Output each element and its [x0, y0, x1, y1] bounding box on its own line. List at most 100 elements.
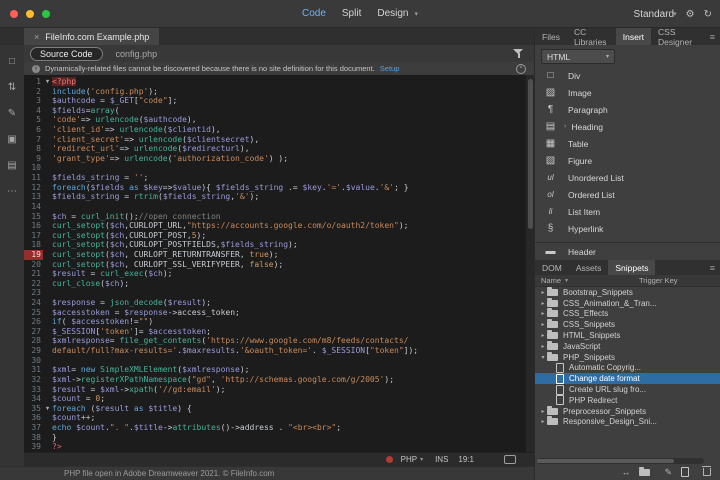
chevron-right-icon[interactable]: ›: [564, 123, 566, 130]
minimize-window-icon[interactable]: [26, 10, 34, 18]
code-line[interactable]: 2 include('config.php');: [24, 87, 534, 97]
live-code-icon[interactable]: ▣: [7, 135, 16, 145]
edit-icon[interactable]: ✎: [8, 109, 16, 119]
close-tab-icon[interactable]: ×: [34, 32, 39, 42]
insert-item-unordered-list[interactable]: ul Unordered List: [535, 169, 720, 186]
chevron-down-icon[interactable]: ▾: [414, 10, 418, 18]
workspace-selector[interactable]: Standard: [634, 9, 675, 20]
document-tab[interactable]: × FileInfo.com Example.php: [24, 28, 160, 45]
tree-row[interactable]: ▸ Preprocessor_Snippets: [535, 405, 720, 417]
panel-menu-icon[interactable]: ≡: [705, 260, 720, 275]
tab-css-designer[interactable]: CSS Designer: [651, 27, 705, 47]
code-line[interactable]: 29 default/full?max-results='.$maxresults…: [24, 346, 534, 356]
tree-row[interactable]: ▸ Bootstrap_Snippets: [535, 287, 720, 298]
fold-arrow-icon[interactable]: ▼: [43, 404, 52, 414]
tree-row[interactable]: ▾ PHP_Snippets: [535, 351, 720, 363]
info-close-icon[interactable]: ×: [516, 63, 526, 74]
realtime-preview-icon[interactable]: [504, 455, 516, 464]
code-line[interactable]: 19 curl_setopt($ch, CURLOPT_RETURNTRANSFE…: [24, 249, 534, 260]
code-line[interactable]: 4 $fields=array(: [24, 106, 534, 116]
chevron-right-icon[interactable]: ▸: [539, 310, 547, 317]
code-line[interactable]: 16 curl_setopt($ch,CURLOPT_URL,"https://a…: [24, 221, 534, 231]
column-trigger-key[interactable]: Trigger Key: [639, 276, 678, 285]
tree-row[interactable]: ▸ CSS_Snippets: [535, 319, 720, 330]
code-line[interactable]: 13 $fields_string = rtrim($fields_string,…: [24, 192, 534, 202]
insert-item-ordered-list[interactable]: ol Ordered List: [535, 186, 720, 203]
insert-item-image[interactable]: ▨ Image: [535, 84, 720, 101]
code-line[interactable]: 25 $accesstoken = $response->access_token…: [24, 308, 534, 318]
code-line[interactable]: 22 curl_close($ch);: [24, 279, 534, 289]
panel-menu-icon[interactable]: ≡: [705, 28, 720, 45]
insert-item-list-item[interactable]: li List Item: [535, 203, 720, 220]
zoom-window-icon[interactable]: [42, 10, 50, 18]
tree-row[interactable]: ▸ HTML_Snippets: [535, 330, 720, 341]
code-line[interactable]: 39 ?>: [24, 442, 534, 452]
code-line[interactable]: 10: [24, 163, 534, 173]
new-folder-icon[interactable]: [639, 466, 651, 476]
language-selector[interactable]: PHP: [401, 455, 417, 464]
code-line[interactable]: 28 $xmlresponse= file_get_contents('https…: [24, 336, 534, 346]
code-line[interactable]: 36 $count++;: [24, 413, 534, 423]
more-options-icon[interactable]: ⋯: [7, 187, 17, 197]
code-line[interactable]: 9 'grant_type'=> urlencode('authorization…: [24, 154, 534, 164]
code-line[interactable]: 5 'code'=> urlencode($authcode),: [24, 115, 534, 125]
code-line[interactable]: 38}: [24, 433, 534, 443]
tab-cc-libraries[interactable]: CC Libraries: [567, 27, 616, 47]
scrollbar-thumb[interactable]: [527, 79, 533, 229]
editor-scrollbar[interactable]: [526, 75, 534, 452]
code-line[interactable]: 26 if( $accesstoken!=""): [24, 317, 534, 327]
insert-item-figure[interactable]: ▧ Figure: [535, 152, 720, 169]
edit-snippet-icon[interactable]: ✎: [664, 467, 672, 477]
tab-split[interactable]: Split: [342, 8, 361, 19]
chevron-right-icon[interactable]: ▸: [539, 418, 547, 425]
chevron-right-icon[interactable]: ▸: [539, 332, 547, 339]
chevron-right-icon[interactable]: ▸: [539, 321, 547, 328]
tree-row[interactable]: ▸ JavaScript: [535, 340, 720, 352]
tree-row[interactable]: ▸ Responsive_Design_Sni...: [535, 416, 720, 428]
code-line[interactable]: 15 $ch = curl_init();//open connection: [24, 212, 534, 222]
insert-item-div[interactable]: □ Div: [535, 67, 720, 84]
filter-icon[interactable]: [513, 48, 524, 59]
sync-icon[interactable]: ↻: [704, 9, 712, 20]
column-name[interactable]: Name ▼: [541, 276, 639, 285]
code-line[interactable]: 12 foreach($fields as $key=>$value){ $fie…: [24, 183, 534, 193]
insert-item-paragraph[interactable]: ¶ Paragraph: [535, 101, 720, 118]
chevron-down-icon[interactable]: ▾: [420, 456, 423, 463]
file-management-icon[interactable]: ⇅: [8, 83, 16, 93]
hscrollbar-thumb[interactable]: [537, 459, 674, 463]
tab-code[interactable]: Code: [302, 8, 326, 19]
settings-gear-icon[interactable]: ⚙: [686, 9, 695, 20]
insert-category-dropdown[interactable]: HTML ▾: [541, 49, 615, 64]
lint-error-icon[interactable]: [385, 456, 393, 463]
chevron-down-icon[interactable]: ▾: [539, 354, 547, 361]
tree-row[interactable]: ▸ CSS_Effects: [535, 308, 720, 320]
tab-assets[interactable]: Assets: [569, 260, 609, 275]
chevron-right-icon[interactable]: ▸: [539, 289, 547, 296]
tab-design[interactable]: Design: [377, 8, 408, 19]
code-line[interactable]: 33 $result = $xml->xpath('//gd:email');: [24, 385, 534, 395]
code-line[interactable]: 1 ▼ <?php: [24, 77, 534, 87]
tab-files[interactable]: Files: [535, 28, 567, 45]
insert-item-hyperlink[interactable]: § Hyperlink: [535, 220, 720, 237]
snippets-hscrollbar[interactable]: [537, 458, 704, 464]
close-window-icon[interactable]: [10, 10, 18, 18]
code-line[interactable]: 23: [24, 288, 534, 298]
code-line[interactable]: 3 $authcode = $_GET["code"];: [24, 96, 534, 106]
format-source-icon[interactable]: ▤: [7, 161, 16, 171]
code-line[interactable]: 8 'redirect_url'=> urlencode($redirecturl…: [24, 144, 534, 154]
code-line[interactable]: 35 ▼ foreach ($result as $title) {: [24, 404, 534, 414]
code-line[interactable]: 17 curl_setopt($ch,CURLOPT_POST,5);: [24, 231, 534, 241]
chevron-down-icon[interactable]: ▾: [673, 10, 677, 18]
apply-snippet-icon[interactable]: ↔: [621, 467, 630, 477]
code-line[interactable]: 18 curl_setopt($ch,CURLOPT_POSTFIELDS,$fi…: [24, 240, 534, 250]
tree-row[interactable]: Change date format: [535, 373, 720, 385]
insert-item-header[interactable]: ▬ Header: [535, 242, 720, 260]
insert-item-table[interactable]: ▦ Table: [535, 135, 720, 152]
open-documents-icon[interactable]: □: [9, 57, 15, 67]
code-line[interactable]: 34 $count = 0;: [24, 394, 534, 404]
setup-link[interactable]: Setup: [380, 64, 400, 73]
code-line[interactable]: 30: [24, 356, 534, 366]
code-line[interactable]: 37 echo $count.". ".$title->attributes()-…: [24, 423, 534, 433]
tab-snippets[interactable]: Snippets: [608, 260, 656, 275]
related-file-config[interactable]: config.php: [116, 49, 158, 59]
